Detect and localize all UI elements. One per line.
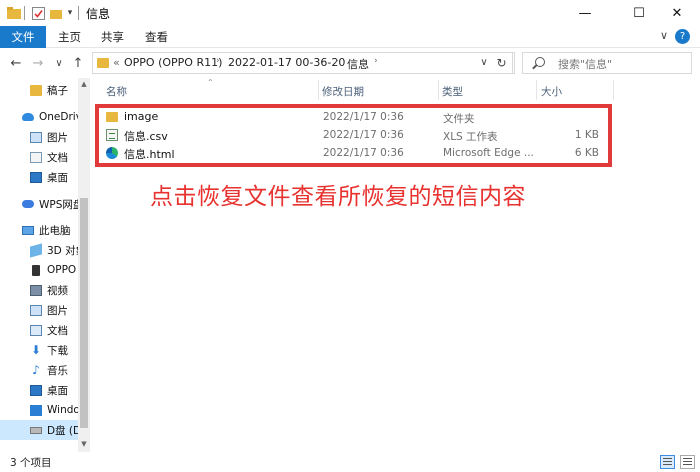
breadcrumb-date-folder[interactable]: 2022-01-17 00-36-20 — [228, 56, 345, 69]
scroll-down-arrow-icon[interactable]: ▼ — [78, 438, 90, 450]
back-button[interactable]: ← — [7, 54, 25, 72]
search-icon — [535, 57, 545, 67]
sidebar-item-label: Windo — [47, 404, 80, 416]
wps-cloud-icon — [22, 200, 34, 208]
sidebar-item-label: D盘 (D — [47, 424, 78, 437]
forward-button[interactable]: → — [29, 54, 47, 72]
breadcrumb-oppo[interactable]: OPPO (OPPO R11) — [124, 56, 222, 69]
sidebar-item-label: 桌面 — [47, 384, 68, 397]
column-header-type[interactable]: 类型 — [442, 84, 463, 99]
status-bar: 3 个项目 — [0, 452, 700, 472]
cloud-icon — [22, 113, 34, 121]
drive-icon — [30, 426, 42, 434]
title-divider — [24, 6, 25, 20]
breadcrumb-separator[interactable]: › — [335, 56, 339, 66]
item-count: 3 个项目 — [10, 457, 52, 469]
desktop-icon — [30, 171, 42, 183]
column-header-modified[interactable]: 修改日期 — [322, 84, 364, 99]
title-divider — [78, 6, 79, 20]
sidebar-item-d-drive[interactable]: D盘 (D — [0, 420, 78, 440]
sidebar-item-label: 音乐 — [47, 364, 68, 377]
new-folder-icon[interactable] — [50, 5, 62, 21]
3d-objects-icon — [30, 242, 42, 258]
sidebar-item-label: WPS网盘 — [39, 198, 84, 211]
details-view-icon[interactable] — [660, 455, 675, 469]
sidebar-item-label: 下载 — [47, 344, 68, 357]
desktop-icon — [30, 384, 42, 396]
sort-indicator-icon: ⌃ — [207, 78, 214, 87]
refresh-button[interactable]: ↻ — [491, 52, 513, 74]
properties-icon[interactable] — [31, 5, 45, 21]
documents-icon — [30, 151, 42, 163]
column-divider[interactable] — [536, 80, 537, 100]
search-box[interactable]: 搜索"信息" — [522, 52, 692, 74]
scroll-up-arrow-icon[interactable]: ▲ — [78, 78, 90, 90]
sidebar-item-label: 图片 — [47, 304, 68, 317]
videos-icon — [30, 284, 42, 296]
sidebar-item-label: 图片 — [47, 131, 68, 144]
sidebar-item-label: 此电脑 — [39, 224, 71, 237]
title-bar: ▾ 信息 — ☐ ✕ — [0, 0, 700, 26]
column-divider[interactable] — [318, 80, 319, 100]
column-header-name[interactable]: 名称 — [106, 84, 127, 99]
sidebar-item-label: 文档 — [47, 151, 68, 164]
navigation-bar: ← → ∨ ↑ « OPPO (OPPO R11) › 2022-01-17 0… — [0, 48, 700, 78]
folder-icon — [30, 84, 42, 96]
highlight-box — [95, 104, 612, 167]
tab-file[interactable]: 文件 — [0, 26, 46, 48]
large-icons-view-icon[interactable] — [680, 455, 695, 469]
sidebar-item-label: 稿子 — [47, 84, 68, 97]
sidebar-item-label: 桌面 — [47, 171, 68, 184]
column-divider[interactable] — [613, 80, 614, 100]
sidebar-item-label: OPPO — [47, 264, 77, 276]
breadcrumb-overflow[interactable]: « — [113, 56, 120, 69]
column-divider[interactable] — [438, 80, 439, 100]
help-icon[interactable]: ? — [675, 29, 690, 44]
windows-drive-icon — [30, 404, 42, 416]
explorer-folder-icon — [7, 5, 21, 21]
annotation-caption: 点击恢复文件查看所恢复的短信内容 — [150, 184, 526, 210]
up-button[interactable]: ↑ — [69, 54, 87, 72]
sidebar-item-label: 视频 — [47, 284, 68, 297]
sidebar-scrollbar[interactable]: ▲ ▼ — [78, 78, 90, 452]
expand-ribbon-icon[interactable]: ∨ — [660, 29, 668, 42]
computer-icon — [22, 225, 34, 235]
sidebar-item-label: 文档 — [47, 324, 68, 337]
tab-view[interactable]: 查看 — [133, 26, 180, 48]
downloads-icon: ⬇ — [30, 342, 42, 357]
recent-locations-button[interactable]: ∨ — [50, 54, 68, 72]
ribbon-tabs: 文件 主页 共享 查看 ∨ ? — [0, 26, 700, 48]
pictures-icon — [30, 131, 42, 143]
breadcrumb-current[interactable]: 信息 — [347, 56, 369, 72]
search-input[interactable]: 搜索"信息" — [558, 56, 612, 72]
documents-icon — [30, 324, 42, 336]
phone-icon — [32, 264, 40, 276]
tab-share[interactable]: 共享 — [89, 26, 136, 48]
column-header-size[interactable]: 大小 — [541, 84, 562, 99]
pictures-icon — [30, 304, 42, 316]
scrollbar-thumb[interactable] — [80, 198, 88, 428]
breadcrumb-separator[interactable]: › — [374, 56, 378, 66]
tab-home[interactable]: 主页 — [46, 26, 93, 48]
window-title: 信息 — [86, 7, 111, 21]
music-icon: ♪ — [32, 362, 40, 377]
minimize-button[interactable]: — — [562, 0, 608, 26]
folder-icon — [97, 58, 109, 68]
address-bar[interactable]: « OPPO (OPPO R11) › 2022-01-17 00-36-20 … — [92, 52, 515, 74]
navigation-pane: 稿子 OneDrive 图片 文档 桌面 WPS网盘 此电脑 3D 对象 OPP… — [0, 78, 90, 452]
customize-toolbar-chevron-icon[interactable]: ▾ — [65, 5, 75, 21]
breadcrumb-separator[interactable]: › — [216, 56, 220, 66]
close-button[interactable]: ✕ — [654, 0, 700, 26]
